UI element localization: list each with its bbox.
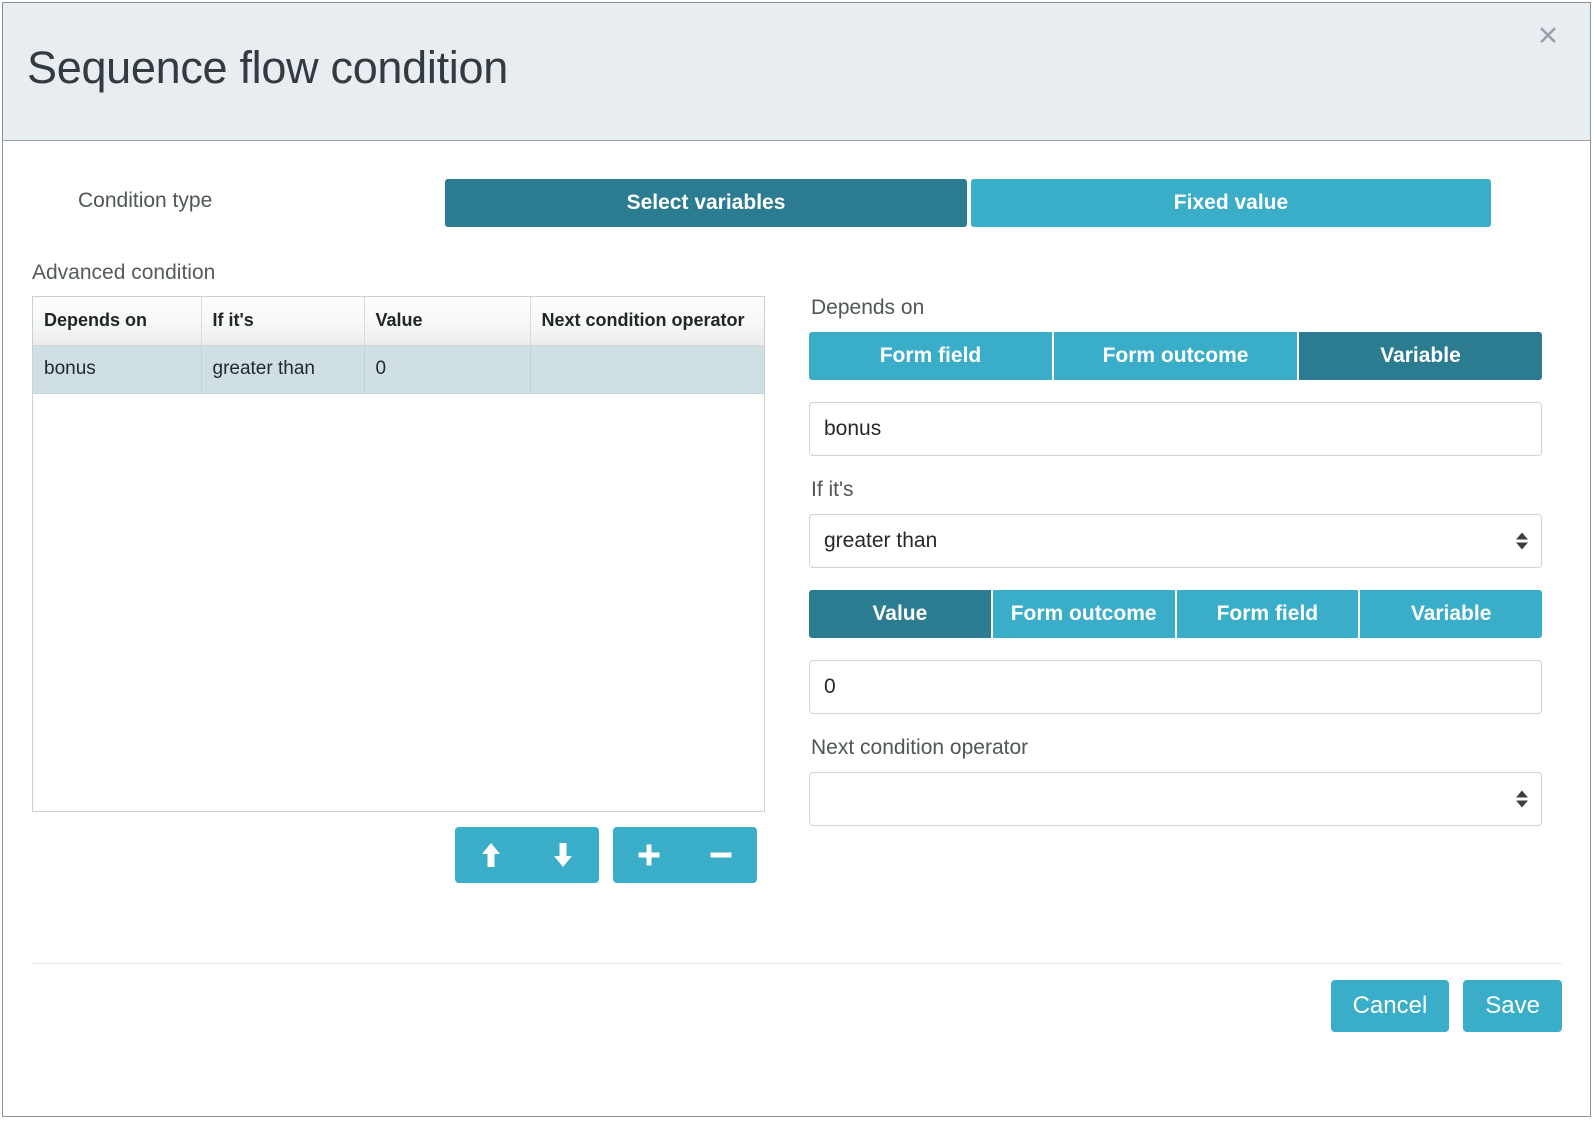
minus-icon bbox=[709, 843, 733, 867]
next-condition-operator-select-wrap bbox=[809, 772, 1542, 826]
close-icon[interactable]: ✕ bbox=[1531, 19, 1565, 53]
value-source-group: Value Form outcome Form field Variable bbox=[809, 590, 1542, 638]
condition-type-fixed-value-button[interactable]: Fixed value bbox=[971, 179, 1491, 227]
operator-select[interactable]: greater than bbox=[809, 514, 1542, 568]
condition-type-label: Condition type bbox=[78, 189, 213, 212]
value-source-value-button[interactable]: Value bbox=[809, 590, 993, 638]
cell-value[interactable]: 0 bbox=[364, 345, 531, 394]
table-action-buttons bbox=[455, 827, 757, 883]
move-button-group bbox=[455, 827, 599, 883]
sequence-flow-condition-dialog: Sequence flow condition ✕ Condition type… bbox=[2, 2, 1591, 1117]
dialog-footer: Cancel Save bbox=[31, 963, 1562, 1116]
arrow-down-icon bbox=[552, 842, 574, 868]
column-header-next-condition-operator: Next condition operator bbox=[530, 297, 764, 346]
add-condition-button[interactable] bbox=[613, 827, 685, 883]
value-input[interactable] bbox=[809, 660, 1542, 714]
screen: Sequence flow condition ✕ Condition type… bbox=[0, 0, 1595, 1121]
depends-on-input[interactable] bbox=[809, 402, 1542, 456]
arrow-up-icon bbox=[480, 842, 502, 868]
table-header-row: Depends on If it's Value Next condition … bbox=[33, 297, 764, 346]
condition-type-row: Condition type Select variables Fixed va… bbox=[3, 179, 1590, 227]
value-source-form-outcome-button[interactable]: Form outcome bbox=[992, 590, 1177, 638]
dialog-body: Condition type Select variables Fixed va… bbox=[3, 141, 1590, 963]
operator-label: If it's bbox=[811, 478, 854, 501]
column-header-value: Value bbox=[364, 297, 531, 346]
operator-select-wrap: greater than bbox=[809, 514, 1542, 568]
depends-on-form-field-button[interactable]: Form field bbox=[809, 332, 1054, 380]
cell-next-condition-operator[interactable] bbox=[530, 345, 764, 394]
value-source-form-field-button[interactable]: Form field bbox=[1176, 590, 1361, 638]
condition-editor-panel: Depends on Form field Form outcome Varia… bbox=[809, 296, 1542, 848]
move-up-button[interactable] bbox=[455, 827, 527, 883]
depends-on-source-group: Form field Form outcome Variable bbox=[809, 332, 1542, 380]
plus-icon bbox=[637, 843, 661, 867]
depends-on-label: Depends on bbox=[811, 296, 925, 319]
next-condition-operator-select[interactable] bbox=[809, 772, 1542, 826]
column-header-if-its: If it's bbox=[201, 297, 365, 346]
footer-button-group: Cancel Save bbox=[1317, 980, 1562, 1032]
condition-type-select-variables-button[interactable]: Select variables bbox=[445, 179, 967, 227]
value-source-variable-button[interactable]: Variable bbox=[1360, 590, 1542, 638]
addremove-button-group bbox=[613, 827, 757, 883]
cancel-button[interactable]: Cancel bbox=[1330, 980, 1450, 1032]
advanced-condition-label: Advanced condition bbox=[32, 261, 216, 284]
dialog-header: Sequence flow condition ✕ bbox=[3, 3, 1590, 141]
remove-condition-button[interactable] bbox=[685, 827, 757, 883]
save-button[interactable]: Save bbox=[1463, 980, 1562, 1032]
depends-on-form-outcome-button[interactable]: Form outcome bbox=[1054, 332, 1299, 380]
move-down-button[interactable] bbox=[527, 827, 599, 883]
cell-if-its[interactable]: greater than bbox=[201, 345, 365, 394]
column-header-depends-on: Depends on bbox=[33, 297, 202, 346]
cell-depends-on[interactable]: bonus bbox=[33, 345, 202, 394]
next-condition-operator-label: Next condition operator bbox=[811, 736, 1029, 759]
depends-on-variable-button[interactable]: Variable bbox=[1299, 332, 1542, 380]
table-row[interactable]: bonus greater than 0 bbox=[33, 345, 764, 394]
page-title: Sequence flow condition bbox=[27, 42, 508, 93]
advanced-condition-table: Depends on If it's Value Next condition … bbox=[32, 296, 765, 812]
